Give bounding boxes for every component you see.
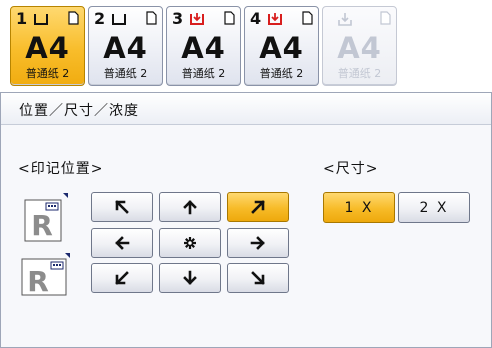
position-left-button[interactable] — [91, 228, 153, 258]
paper-sheet-icon — [380, 11, 391, 25]
tray-paper-size: A4 — [337, 31, 382, 65]
position-top-button[interactable] — [159, 192, 221, 222]
arrow-right-icon — [250, 236, 265, 250]
paper-tray-down-arrow-icon — [268, 13, 282, 25]
stamp-position-label: <印记位置> — [18, 161, 104, 177]
tray-paper-size: A4 — [181, 31, 226, 65]
position-bottom-left-button[interactable] — [91, 263, 153, 293]
arrow-up-left-icon — [115, 200, 129, 214]
tray-number: 1 — [16, 9, 28, 28]
position-top-left-button[interactable] — [91, 192, 153, 222]
panel-header: 位置／尺寸／浓度 — [1, 93, 491, 125]
tray-paper-type: 普通纸 2 — [103, 67, 148, 80]
arrow-down-icon — [183, 270, 197, 285]
panel-title: 位置／尺寸／浓度 — [19, 103, 139, 119]
portrait-r-icon: R — [24, 193, 68, 242]
tray-number: 4 — [250, 9, 262, 28]
stamp-size-label: <尺寸> — [323, 161, 379, 177]
position-bottom-right-button[interactable] — [227, 263, 289, 293]
paper-sheet-icon — [68, 11, 79, 25]
size-2x-button[interactable]: 2 X — [398, 192, 470, 223]
arrow-left-icon — [115, 236, 130, 250]
paper-tray-bar: 1 A4 普通纸 2 2 A4 普通纸 2 3 A4 普通纸 2 4 A4 普通… — [0, 0, 492, 92]
tray-3-button[interactable]: 3 A4 普通纸 2 — [166, 6, 241, 86]
paper-tray-icon — [112, 14, 126, 25]
tray-paper-type: 普通纸 2 — [181, 67, 226, 80]
position-right-button[interactable] — [227, 228, 289, 258]
tray-paper-size: A4 — [103, 31, 148, 65]
tray-4-button[interactable]: 4 A4 普通纸 2 — [244, 6, 319, 86]
paper-tray-down-arrow-icon — [190, 13, 204, 25]
size-2x-label: 2 X — [419, 199, 449, 216]
tray-paper-type: 普通纸 2 — [259, 67, 304, 80]
stamp-settings-panel: 位置／尺寸／浓度 <印记位置> <尺寸> R R 1 X 2 X — [0, 92, 492, 348]
bypass-tray-button[interactable]: A4 普通纸 2 — [322, 6, 397, 86]
tray-paper-size: A4 — [259, 31, 304, 65]
paper-tray-icon — [34, 14, 48, 25]
size-1x-button[interactable]: 1 X — [323, 192, 395, 223]
svg-text:R: R — [27, 265, 49, 297]
tray-paper-type: 普通纸 2 — [337, 67, 382, 80]
paper-sheet-icon — [302, 11, 313, 25]
position-bottom-button[interactable] — [159, 263, 221, 293]
size-1x-label: 1 X — [344, 199, 374, 216]
tray-paper-type: 普通纸 2 — [25, 67, 70, 80]
paper-sheet-icon — [146, 11, 157, 25]
arrow-down-right-icon — [251, 271, 265, 285]
position-top-right-button[interactable] — [227, 192, 289, 222]
tray-number: 2 — [94, 9, 106, 28]
tray-paper-size: A4 — [25, 31, 70, 65]
bypass-tray-icon — [338, 13, 352, 26]
arrow-down-left-icon — [115, 271, 129, 285]
center-asterisk-icon — [184, 237, 196, 249]
landscape-r-icon: R — [21, 253, 70, 297]
paper-sheet-icon — [224, 11, 235, 25]
tray-1-button[interactable]: 1 A4 普通纸 2 — [10, 6, 85, 86]
arrow-up-icon — [183, 200, 197, 215]
tray-2-button[interactable]: 2 A4 普通纸 2 — [88, 6, 163, 86]
tray-number: 3 — [172, 9, 184, 28]
arrow-up-right-icon — [251, 200, 265, 214]
position-center-button[interactable] — [159, 228, 221, 258]
svg-text:R: R — [31, 209, 53, 242]
